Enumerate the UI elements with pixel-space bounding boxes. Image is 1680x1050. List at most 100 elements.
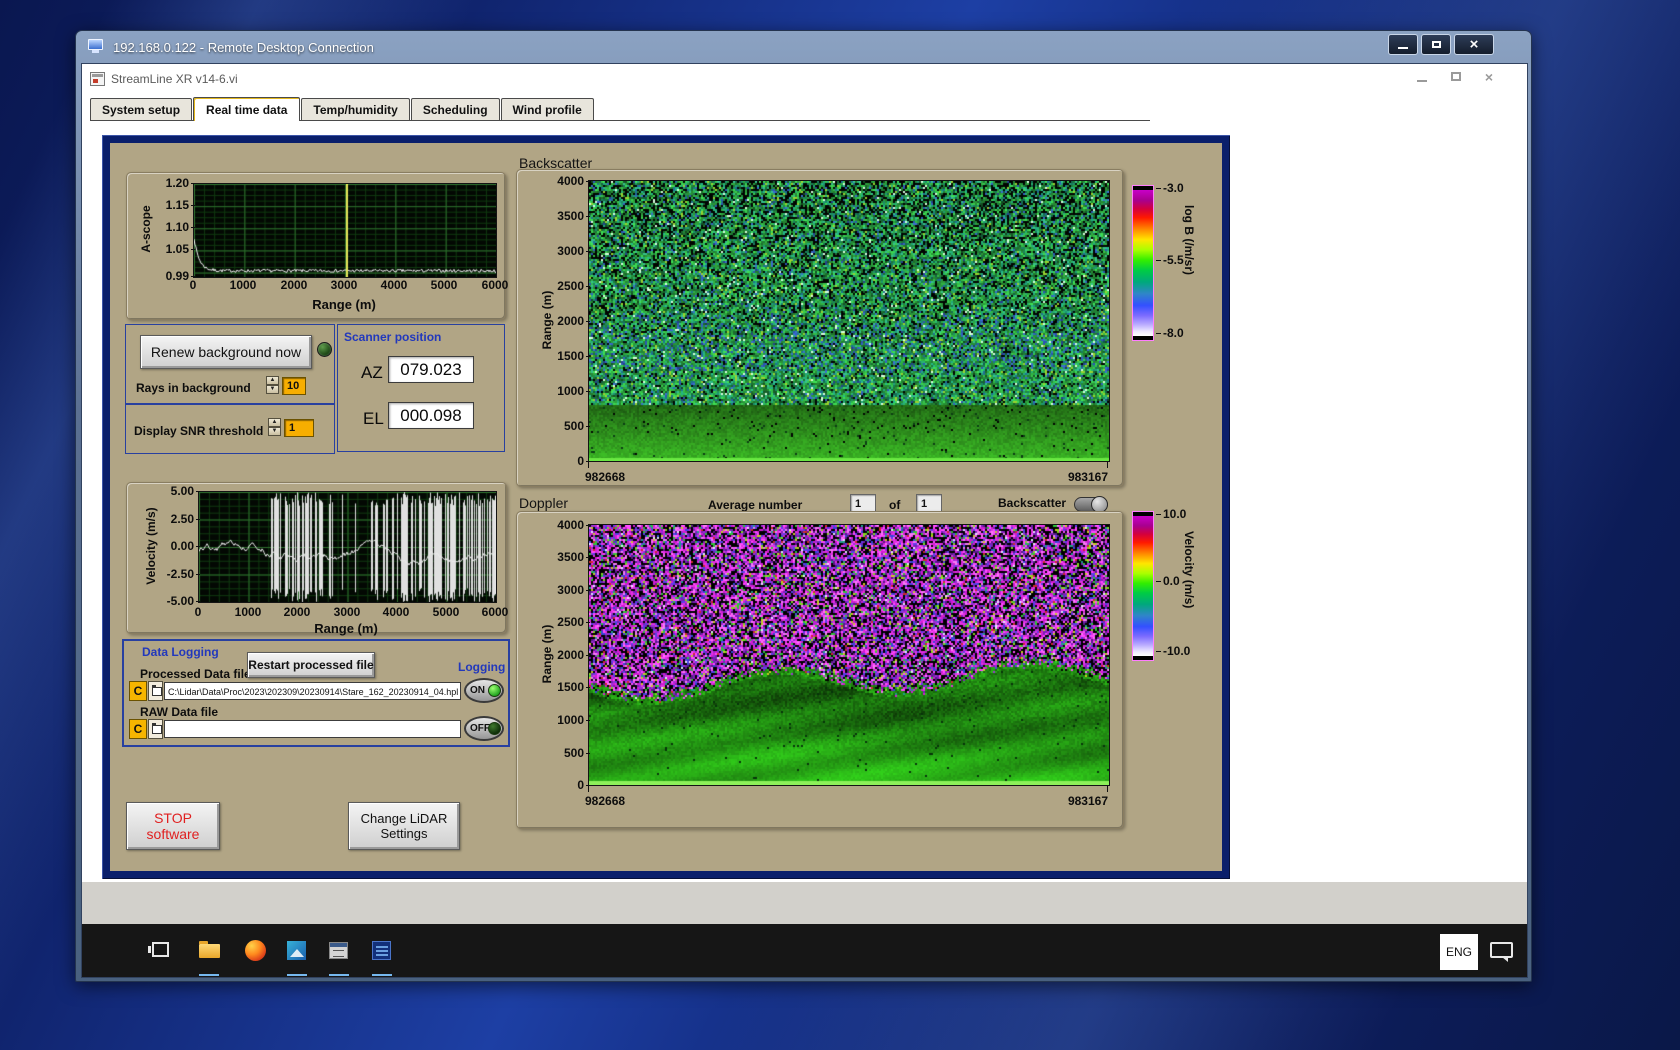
running-app-indicator	[372, 974, 392, 976]
on-label: ON	[470, 685, 485, 696]
rays-value-field[interactable]: 10	[282, 377, 306, 395]
tab-real-time-data[interactable]: Real time data	[193, 97, 301, 121]
axis-tick: 2000	[280, 278, 308, 292]
processed-logging-toggle[interactable]: ON	[464, 678, 504, 703]
axis-tick: 1.20	[153, 176, 195, 190]
velocity-plot-area	[198, 491, 497, 603]
tab-system-setup[interactable]: System setup	[90, 98, 193, 120]
raw-browse-icon[interactable]	[148, 719, 163, 739]
backscatter-toggle-label: Backscatter	[998, 496, 1067, 510]
doppler-x-end: 983167	[1067, 794, 1108, 808]
language-indicator[interactable]: ENG	[1440, 934, 1478, 970]
az-label: AZ	[361, 363, 383, 382]
axis-tick: 1000	[229, 278, 257, 292]
ascope-y-axis-label: A-scope	[139, 205, 153, 253]
app-minimize-icon[interactable]	[1416, 80, 1427, 82]
tab-wind-profile[interactable]: Wind profile	[500, 98, 594, 120]
doppler-x-start: 982668	[585, 794, 626, 808]
taskbar: ENG	[82, 924, 1527, 977]
raw-drive-box[interactable]: C	[129, 719, 147, 739]
axis-tick: 3000	[544, 244, 590, 258]
axis-tick: 1000	[544, 384, 590, 398]
main-panel: A-scope 1.20 1.15 1.10 1.05 0.99 0 1000 …	[110, 143, 1222, 871]
axis-tick: 2000	[544, 648, 590, 662]
scan-scheduler-icon[interactable]	[329, 938, 353, 964]
colorbar-tick: -5.5	[1156, 253, 1184, 267]
axis-tick: 4000	[382, 605, 410, 619]
data-logging-title: Data Logging	[142, 645, 219, 659]
axis-tick: 2500	[544, 615, 590, 629]
app-restore-icon[interactable]	[1450, 72, 1461, 81]
rdp-window: 192.168.0.122 - Remote Desktop Connectio…	[75, 30, 1532, 982]
axis-tick: 5000	[430, 278, 458, 292]
axis-tick: 3000	[333, 605, 361, 619]
rays-spinner[interactable]: ▲ ▼	[266, 376, 279, 395]
app-close-icon[interactable]: ×	[1485, 70, 1493, 84]
axis-tick: 6000	[481, 278, 509, 292]
axis-tick: 0	[194, 605, 202, 619]
raw-logging-toggle[interactable]: OFF	[464, 716, 504, 741]
running-app-indicator	[199, 974, 219, 976]
restart-processed-file-button[interactable]: Restart processed file	[247, 652, 375, 678]
off-label: OFF	[470, 723, 490, 734]
task-view-icon[interactable]	[148, 938, 176, 964]
axis-tick: 500	[544, 746, 590, 760]
change-line1: Change LiDAR	[360, 811, 448, 826]
change-lidar-settings-button[interactable]: Change LiDAR Settings	[348, 802, 460, 850]
rdp-titlebar[interactable]: 192.168.0.122 - Remote Desktop Connectio…	[76, 31, 1531, 63]
feedback-chat-icon[interactable]	[1490, 942, 1513, 962]
processed-drive-box[interactable]: C	[129, 681, 147, 701]
firefox-icon[interactable]	[245, 938, 269, 964]
axis-tick: 1000	[544, 713, 590, 727]
labview-app-icon[interactable]	[372, 938, 396, 964]
processed-path-field[interactable]: C:\Lidar\Data\Proc\2023\202309\20230914\…	[164, 682, 461, 700]
colorbar-tick: -3.0	[1156, 181, 1184, 195]
colorbar-tick: 10.0	[1155, 507, 1187, 521]
minimize-icon	[1398, 46, 1408, 49]
axis-tick: 1.15	[153, 198, 195, 212]
colorbar-tick: 0.0	[1156, 574, 1180, 588]
axis-tick-mark	[1107, 786, 1108, 792]
colorbar-gradient	[1133, 190, 1153, 336]
rdp-minimize-button[interactable]	[1388, 34, 1418, 55]
main-panel-frame: A-scope 1.20 1.15 1.10 1.05 0.99 0 1000 …	[102, 135, 1230, 879]
tab-temp-humidity[interactable]: Temp/humidity	[301, 98, 410, 120]
snr-value-field[interactable]: 1	[284, 419, 314, 437]
axis-tick: 1500	[544, 349, 590, 363]
el-value-display: 000.098	[388, 402, 474, 429]
stop-line2: software	[146, 826, 200, 842]
axis-tick-mark	[588, 786, 589, 792]
stop-software-button[interactable]: STOP software	[126, 802, 220, 850]
app-titlebar[interactable]: StreamLine XR v14-6.vi ×	[82, 64, 1527, 94]
renew-background-button[interactable]: Renew background now	[140, 335, 312, 369]
rdp-close-button[interactable]: ×	[1454, 34, 1494, 55]
backscatter-plot-area	[588, 180, 1110, 462]
axis-tick: 1500	[544, 680, 590, 694]
doppler-colorbar-label: Velocity (m/s)	[1182, 531, 1196, 609]
raw-path-field[interactable]	[164, 720, 461, 738]
az-value-display: 079.023	[388, 356, 474, 383]
desktop: 192.168.0.122 - Remote Desktop Connectio…	[0, 0, 1680, 1050]
rdp-maximize-button[interactable]	[1421, 34, 1451, 55]
raw-data-file-label: RAW Data file	[140, 705, 219, 719]
axis-tick: 0	[544, 778, 590, 792]
backscatter-colorbar	[1132, 185, 1154, 341]
el-label: EL	[363, 409, 384, 428]
stop-line1: STOP	[154, 810, 192, 826]
axis-tick-mark	[1107, 462, 1108, 468]
axis-tick: 2500	[544, 279, 590, 293]
axis-tick: 2.50	[154, 512, 200, 526]
axis-tick: 2000	[544, 314, 590, 328]
backscatter-toggle-switch[interactable]	[1074, 496, 1108, 513]
axis-tick: 4000	[544, 174, 590, 188]
tab-scheduling[interactable]: Scheduling	[410, 98, 500, 120]
running-app-indicator	[329, 974, 349, 976]
axis-tick: 4000	[380, 278, 408, 292]
photos-app-icon[interactable]	[287, 938, 311, 964]
scanner-position-title: Scanner position	[344, 330, 442, 344]
processed-browse-icon[interactable]	[148, 681, 163, 701]
axis-tick: -2.50	[154, 567, 200, 581]
of-label: of	[889, 498, 901, 512]
snr-spinner[interactable]: ▲ ▼	[268, 418, 281, 437]
file-explorer-icon[interactable]	[199, 938, 223, 964]
